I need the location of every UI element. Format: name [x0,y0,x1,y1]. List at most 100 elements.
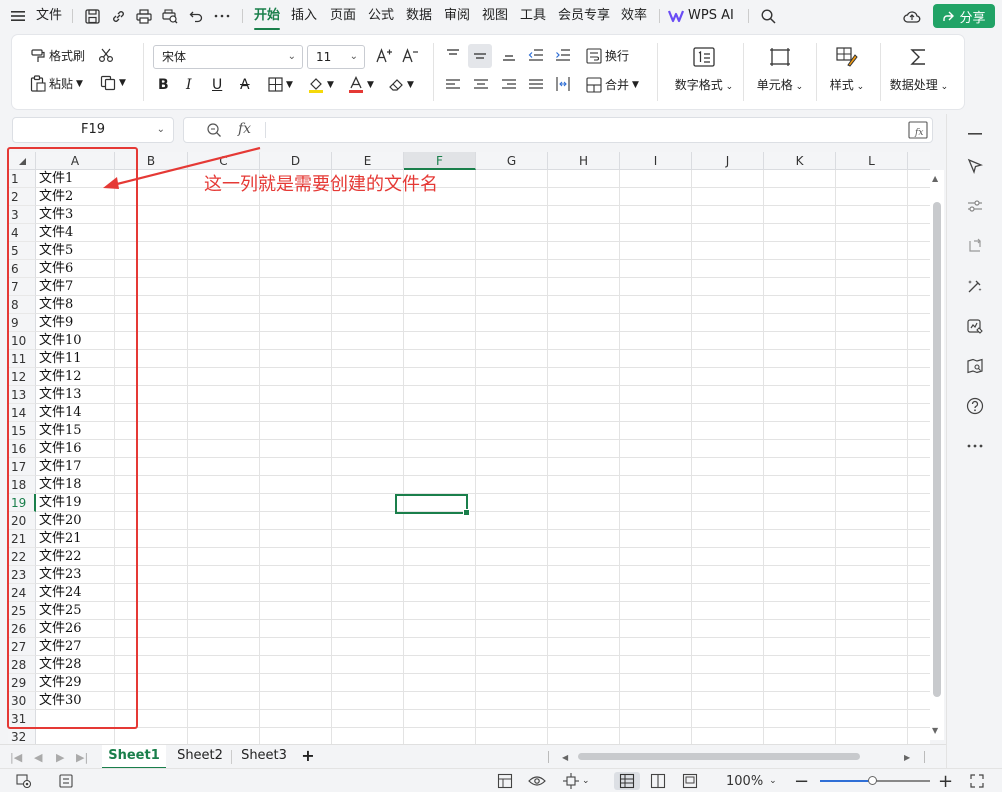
cell-a26[interactable]: 文件26 [39,620,82,638]
row-header[interactable]: 26 [8,620,36,638]
cell-a9[interactable]: 文件9 [39,314,73,332]
row-header[interactable]: 25 [8,602,36,620]
insert-function-icon[interactable]: fx [908,121,928,143]
column-header-e[interactable]: E [332,152,404,170]
bold-button[interactable]: B [158,77,169,93]
cell-a7[interactable]: 文件7 [39,278,73,296]
copy-button[interactable]: ▼ [100,75,126,91]
row-header[interactable]: 21 [8,530,36,548]
align-center-button[interactable] [473,78,489,90]
hamburger-menu-icon[interactable] [8,6,28,26]
zoom-slider-track[interactable] [820,776,930,785]
wrap-text-button[interactable]: 换行 [586,47,629,64]
tab-tools[interactable]: 工具 [520,0,546,32]
scroll-right-icon[interactable]: ▶ [904,748,910,766]
fill-color-button[interactable]: ▼ [308,76,334,93]
column-header-i[interactable]: I [620,152,692,170]
data-processing-button[interactable]: 数据处理 ⌄ [884,40,954,104]
clear-format-button[interactable]: ▼ [388,77,414,92]
italic-button[interactable]: I [186,77,192,93]
wps-ai-label[interactable]: WPS AI [688,0,734,32]
tools-wand-icon[interactable] [963,274,987,298]
scroll-down-icon[interactable]: ▼ [932,726,938,735]
fx-icon[interactable]: fx [238,121,251,137]
cell-a4[interactable]: 文件4 [39,224,73,242]
cell-a2[interactable]: 文件2 [39,188,73,206]
eye-protection-icon[interactable] [528,772,546,790]
zoom-slider-handle[interactable] [868,776,877,785]
add-sheet-button[interactable]: + [298,745,318,769]
normal-view-button[interactable] [614,772,640,790]
page-break-view-icon[interactable] [650,772,666,790]
cell-a3[interactable]: 文件3 [39,206,73,224]
cell-a27[interactable]: 文件27 [39,638,82,656]
tab-member[interactable]: 会员专享 [558,0,610,32]
row-header[interactable]: 11 [8,350,36,368]
row-header[interactable]: 24 [8,584,36,602]
zoom-in-button[interactable]: + [938,771,953,792]
focus-mode-button[interactable]: ⌄ [563,772,590,790]
border-button[interactable]: ▼ [268,77,293,92]
macro-record-icon[interactable] [16,772,32,790]
sheet-tab-sheet2[interactable]: Sheet2 [170,745,230,769]
row-header[interactable]: 9 [8,314,36,332]
menu-file[interactable]: 文件 [36,0,62,32]
adjust-sliders-icon[interactable] [963,194,987,218]
align-top-button[interactable] [445,48,461,62]
row-header[interactable]: 19 [8,494,36,512]
smart-form-icon[interactable] [963,314,987,338]
column-header-d[interactable]: D [260,152,332,170]
tab-view[interactable]: 视图 [482,0,508,32]
horizontal-scroll-thumb[interactable] [578,753,860,760]
cell-a15[interactable]: 文件15 [39,422,82,440]
reader-book-icon[interactable] [963,354,987,378]
row-header[interactable]: 15 [8,422,36,440]
cell-a5[interactable]: 文件5 [39,242,73,260]
undo-icon[interactable] [186,6,206,26]
cell-a10[interactable]: 文件10 [39,332,82,350]
row-header[interactable]: 17 [8,458,36,476]
cloud-upload-icon[interactable] [902,6,922,26]
tab-data[interactable]: 数据 [406,0,432,32]
cell-a19[interactable]: 文件19 [39,494,82,512]
column-header-l[interactable]: L [836,152,908,170]
search-icon[interactable] [758,6,778,26]
style-button[interactable]: 样式 ⌄ [812,40,882,104]
cell-a30[interactable]: 文件30 [39,692,82,710]
font-name-select[interactable]: 宋体 ⌄ [153,45,303,69]
table-view-icon[interactable] [497,772,513,790]
row-header[interactable]: 23 [8,566,36,584]
column-header-f[interactable]: F [404,152,476,170]
row-header[interactable]: 2 [8,188,36,206]
prev-sheet-icon[interactable]: ◀ [34,748,42,766]
increase-font-button[interactable] [376,48,394,64]
print-icon[interactable] [134,6,154,26]
tab-efficiency[interactable]: 效率 [621,0,647,32]
tab-formula[interactable]: 公式 [368,0,394,32]
number-format-button[interactable]: 数字格式 ⌄ [664,40,744,104]
cell-a21[interactable]: 文件21 [39,530,82,548]
align-left-button[interactable] [445,78,461,90]
help-icon[interactable] [963,394,987,418]
strikethrough-button[interactable]: A [240,77,250,93]
select-pointer-icon[interactable] [963,154,987,178]
cell-a18[interactable]: 文件18 [39,476,82,494]
page-layout-view-icon[interactable] [682,772,698,790]
decrease-font-button[interactable] [402,48,420,64]
tab-insert[interactable]: 插入 [291,0,317,32]
next-sheet-icon[interactable]: ▶ [56,748,64,766]
more-dots-icon[interactable] [963,434,987,458]
row-header[interactable]: 7 [8,278,36,296]
cell-a1[interactable]: 文件1 [39,170,73,188]
row-header[interactable]: 30 [8,692,36,710]
font-color-button[interactable]: ▼ [348,76,374,93]
page-list-icon[interactable] [58,772,74,790]
tab-review[interactable]: 审阅 [444,0,470,32]
row-header[interactable]: 22 [8,548,36,566]
cell-a11[interactable]: 文件11 [39,350,82,368]
format-painter-button[interactable]: 格式刷 [30,47,85,64]
column-header-h[interactable]: H [548,152,620,170]
cell-a14[interactable]: 文件14 [39,404,82,422]
name-box[interactable]: F19 ⌄ [12,117,174,143]
cell-button[interactable]: 单元格 ⌄ [745,40,815,104]
